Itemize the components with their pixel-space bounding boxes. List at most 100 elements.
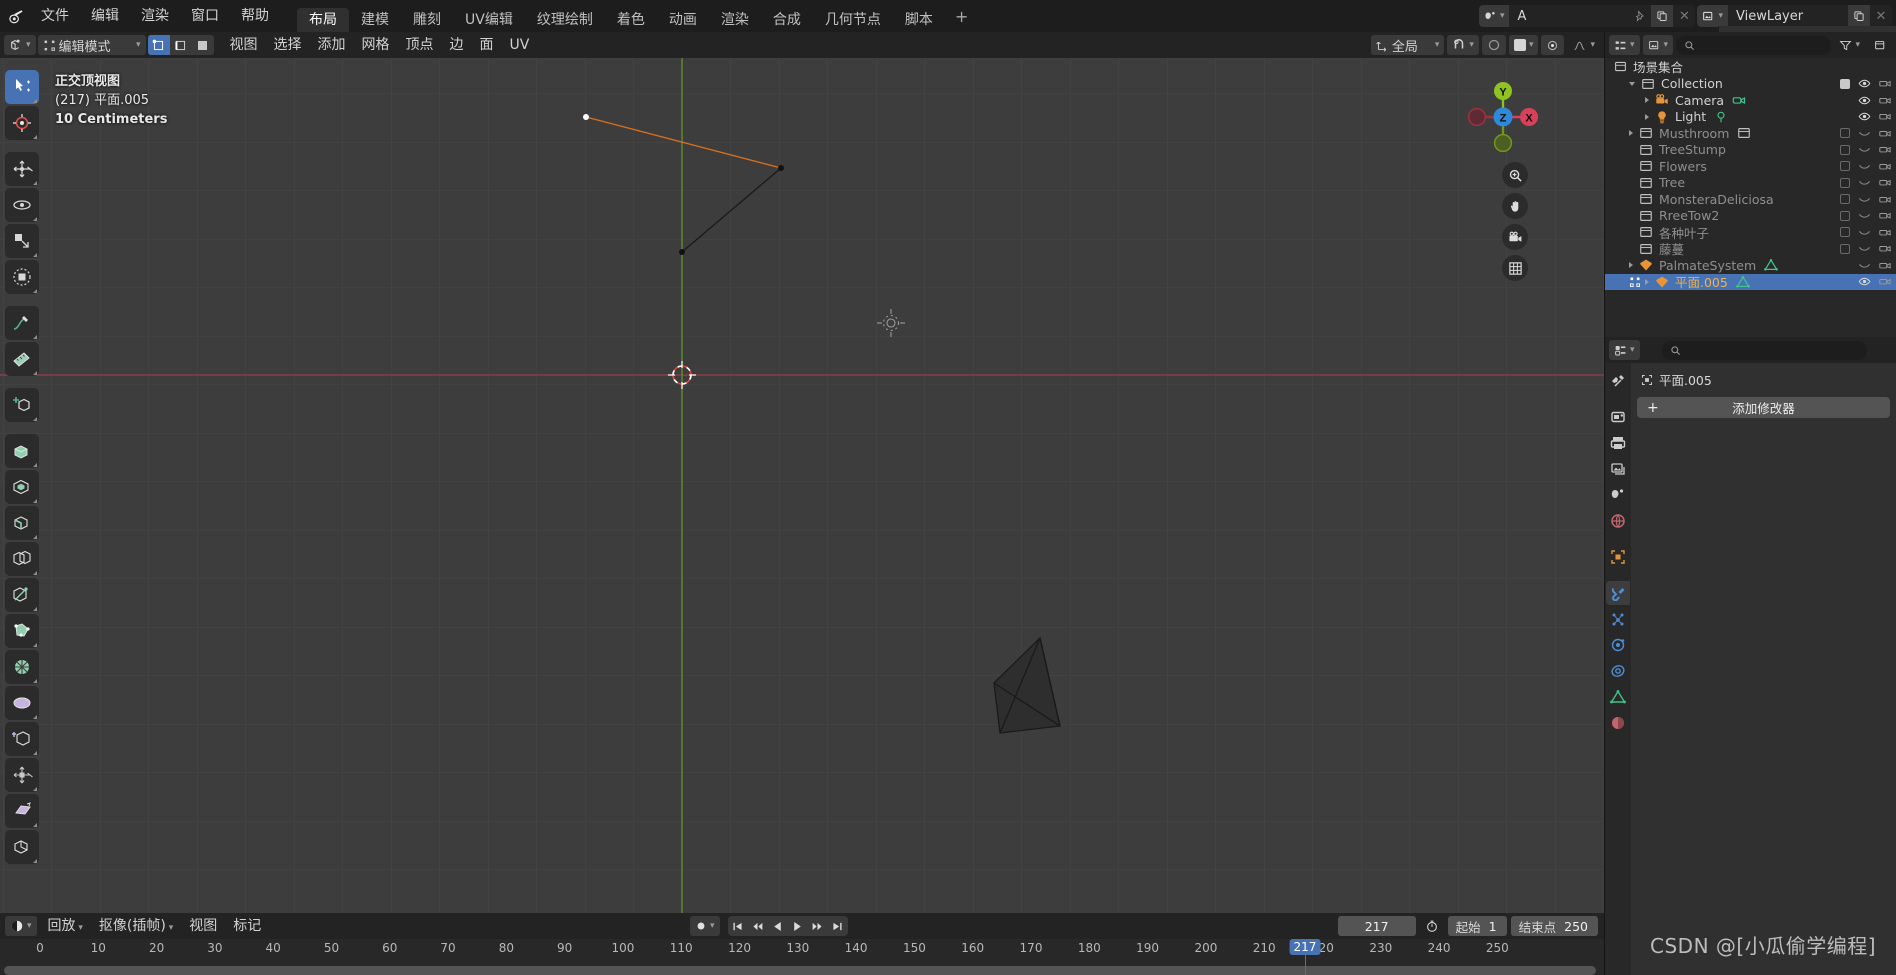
shear-tool-icon[interactable] (5, 794, 39, 828)
properties-tab-world-icon[interactable] (1606, 509, 1630, 533)
hide-in-viewport-icon[interactable] (1858, 127, 1871, 140)
light-data-icon[interactable] (1714, 110, 1728, 124)
collection-checkbox[interactable] (1840, 144, 1850, 155)
annotate-tool-icon[interactable] (5, 306, 39, 340)
disable-in-renders-icon[interactable] (1879, 143, 1892, 156)
outliner-display-mode-icon[interactable]: ▾ (1609, 35, 1640, 55)
viewport-menu-6[interactable]: 面 (472, 35, 502, 55)
restrict-select-icon[interactable] (1629, 276, 1641, 288)
disable-in-renders-icon[interactable] (1879, 209, 1892, 222)
outliner-search-input[interactable] (1676, 35, 1832, 55)
timeline-menu-0[interactable]: 回放 ▾ (40, 916, 91, 936)
loop-cut-tool-icon[interactable] (5, 542, 39, 576)
snap-icon[interactable]: ▾ (1447, 35, 1479, 55)
collection-icon[interactable] (1737, 126, 1751, 140)
expander-icon[interactable] (1629, 262, 1633, 269)
viewlayer-close-icon[interactable]: ✕ (1870, 5, 1892, 27)
play-reverse-icon[interactable] (768, 916, 788, 936)
collection-checkbox[interactable] (1840, 210, 1850, 221)
properties-tab-constraints-icon[interactable] (1606, 659, 1630, 683)
rotate-tool-icon[interactable] (5, 188, 39, 222)
edge-select-icon[interactable] (170, 35, 192, 55)
properties-tab-material-icon[interactable] (1606, 711, 1630, 735)
hide-in-viewport-icon[interactable] (1858, 160, 1871, 173)
workspace-tab-6[interactable]: 动画 (657, 8, 709, 32)
properties-tab-viewlayer-icon[interactable] (1606, 457, 1630, 481)
outliner-row[interactable]: Camera (1605, 92, 1896, 109)
scene-name[interactable]: A (1509, 9, 1629, 24)
workspace-tab-0[interactable]: 布局 (297, 8, 349, 32)
viewlayer-selector[interactable]: ▾ ViewLayer ✕ (1697, 5, 1892, 27)
mirror-x-icon[interactable] (1541, 35, 1565, 55)
expander-icon[interactable] (1645, 97, 1649, 104)
transform-orientation-selector[interactable]: 全局 ▾ (1370, 35, 1445, 55)
scene-icon[interactable]: ▾ (1478, 5, 1510, 27)
workspace-tab-9[interactable]: 几何节点 (813, 8, 893, 32)
scene-selector[interactable]: ▾ A ✕ (1478, 5, 1696, 27)
outliner-row[interactable]: Musthroom (1605, 125, 1896, 142)
expander-icon[interactable] (1645, 113, 1649, 120)
viewport-menu-0[interactable]: 视图 (222, 35, 266, 55)
ortho-persp-grid-icon[interactable] (1502, 255, 1528, 281)
viewport-menu-2[interactable]: 添加 (310, 35, 354, 55)
main-menu-2[interactable]: 渲染 (130, 5, 180, 27)
hide-in-viewport-icon[interactable] (1858, 226, 1871, 239)
timeline-editor-icon[interactable]: ▾ (5, 916, 37, 936)
disable-in-renders-icon[interactable] (1879, 160, 1892, 173)
outliner-row[interactable]: 平面.005 (1605, 273, 1896, 290)
expander-icon[interactable] (1629, 130, 1633, 137)
editor-type-3dview-icon[interactable]: ▾ (4, 35, 36, 55)
outliner-row[interactable]: 各种叶子 (1605, 224, 1896, 241)
collection-checkbox[interactable] (1840, 194, 1850, 205)
edge-slide-tool-icon[interactable] (5, 722, 39, 756)
outliner-scene-collection-row[interactable]: 场景集合 (1605, 58, 1896, 75)
scale-tool-icon[interactable] (5, 224, 39, 258)
outliner-row[interactable]: TreeStump (1605, 142, 1896, 159)
disable-in-renders-icon[interactable] (1879, 77, 1892, 90)
collection-checkbox[interactable] (1840, 243, 1850, 254)
timeline-scrollbar[interactable] (4, 966, 1596, 975)
zoom-icon[interactable] (1502, 162, 1528, 188)
falloff-curve-icon[interactable]: ▾ (1567, 35, 1600, 55)
hide-in-viewport-icon[interactable] (1858, 209, 1871, 222)
disable-in-renders-icon[interactable] (1879, 94, 1892, 107)
hide-in-viewport-icon[interactable] (1858, 259, 1871, 272)
disable-in-renders-icon[interactable] (1879, 226, 1892, 239)
hide-in-viewport-icon[interactable] (1858, 143, 1871, 156)
properties-tab-tool-icon[interactable] (1606, 369, 1630, 393)
main-menu-1[interactable]: 编辑 (80, 5, 130, 27)
properties-editor-icon[interactable]: ▾ (1609, 340, 1640, 360)
properties-search-input[interactable] (1661, 340, 1867, 360)
shrink-fatten-tool-icon[interactable] (5, 758, 39, 792)
new-collection-icon[interactable] (1869, 35, 1892, 55)
spin-tool-icon[interactable] (5, 650, 39, 684)
collection-checkbox[interactable] (1840, 177, 1850, 188)
viewport-menu-7[interactable]: UV (502, 35, 538, 55)
smooth-tool-icon[interactable] (5, 686, 39, 720)
timeline-ruler[interactable]: 0 10 20 30 40 50 60 70 80 90 100 110 120 130 140 150 160… (0, 939, 1604, 975)
workspace-tab-8[interactable]: 合成 (761, 8, 813, 32)
add-cube-tool-icon[interactable] (5, 388, 39, 422)
hide-in-viewport-icon[interactable] (1858, 110, 1871, 123)
workspace-tab-2[interactable]: 雕刻 (401, 8, 453, 32)
collection-checkbox[interactable] (1840, 161, 1850, 172)
disable-in-renders-icon[interactable] (1879, 193, 1892, 206)
outliner-row[interactable]: 藤蔓 (1605, 241, 1896, 257)
disable-in-renders-icon[interactable] (1879, 110, 1892, 123)
hide-in-viewport-icon[interactable] (1858, 94, 1871, 107)
current-frame-field[interactable]: 217 (1337, 916, 1416, 936)
hide-in-viewport-icon[interactable] (1858, 193, 1871, 206)
workspace-tab-1[interactable]: 建模 (349, 8, 401, 32)
outliner-row[interactable]: Flowers (1605, 158, 1896, 175)
disable-in-renders-icon[interactable] (1879, 259, 1892, 272)
camera-view-icon[interactable] (1502, 224, 1528, 250)
hide-in-viewport-icon[interactable] (1858, 242, 1871, 255)
viewlayer-duplicate-icon[interactable] (1848, 5, 1870, 27)
outliner-row[interactable]: RreeTow2 (1605, 208, 1896, 225)
inset-faces-tool-icon[interactable] (5, 470, 39, 504)
move-tool-icon[interactable] (5, 152, 39, 186)
frame-end-field[interactable]: 结束点 250 (1510, 916, 1598, 936)
viewlayer-icon[interactable]: ▾ (1697, 5, 1728, 27)
main-menu-3[interactable]: 窗口 (180, 5, 230, 27)
auto-keying-record-icon[interactable]: ▾ (690, 916, 720, 936)
